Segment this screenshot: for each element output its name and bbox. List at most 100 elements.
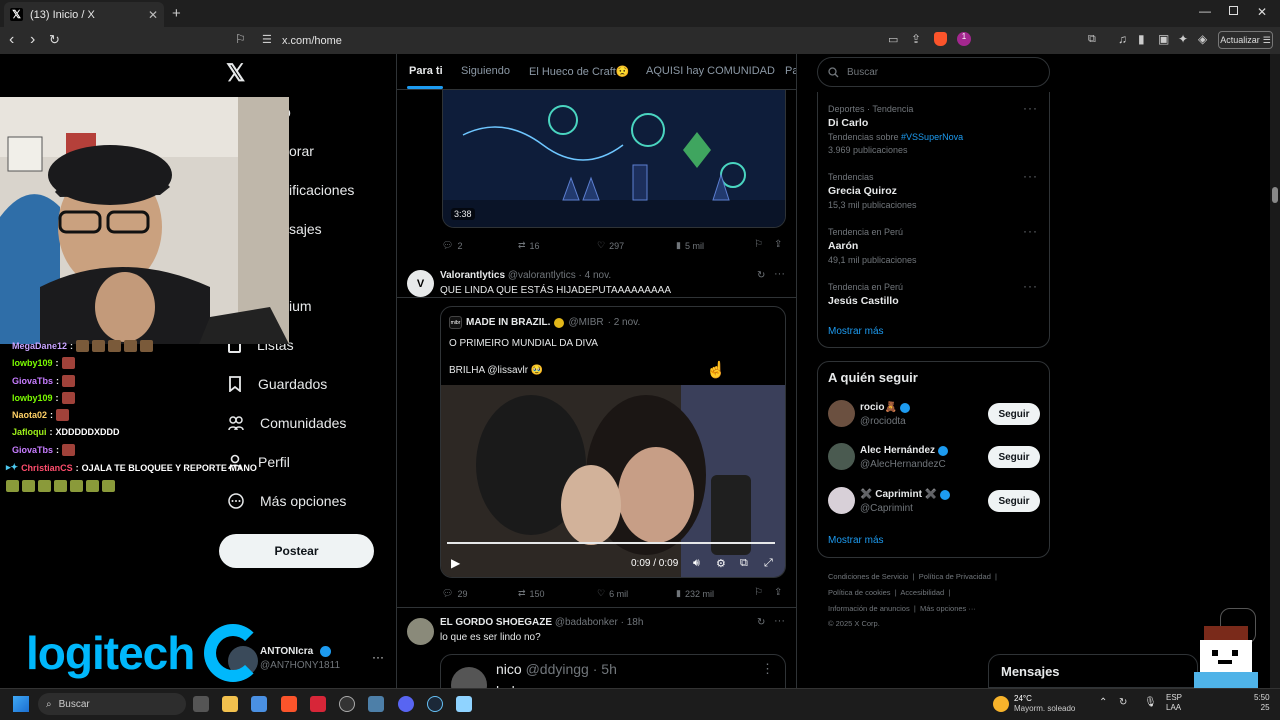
trend-item[interactable]: Deportes · Tendencia Di Carlo Tendencias…	[828, 101, 1038, 155]
site-settings-icon[interactable]: ☰	[262, 33, 272, 46]
voicemod-icon[interactable]	[310, 696, 326, 712]
footer-link[interactable]: Condiciones de Servicio	[828, 572, 908, 581]
tweet-menu-icon[interactable]: ···	[774, 615, 785, 627]
footer-link[interactable]: Más opciones ···	[920, 604, 976, 613]
follow-button[interactable]: Seguir	[988, 403, 1040, 425]
nav-premium-partial[interactable]: ium	[289, 298, 312, 314]
brave-shield-icon[interactable]	[934, 32, 947, 46]
x-home-logo-icon[interactable]: 𝕏	[226, 59, 245, 88]
follow-suggestion[interactable]: rocio🧸 @rociodta Seguir	[828, 398, 1040, 434]
reading-icon[interactable]: ▮	[1138, 32, 1145, 46]
brave-browser-icon[interactable]	[281, 696, 297, 712]
nav-item-more[interactable]: Más opciones	[228, 493, 346, 509]
share-action-icon[interactable]: ⇪	[774, 587, 782, 598]
views-action[interactable]: ▮ 232 mil	[676, 588, 714, 599]
tweet-valorantlytics[interactable]: V Valorantlytics @valorantlytics · 4 nov…	[397, 262, 796, 608]
author-handle[interactable]: @badabonker	[555, 617, 618, 628]
weather-widget[interactable]: 24°C Mayorm. soleado	[993, 692, 1075, 716]
reload-icon[interactable]: ↻	[49, 32, 60, 48]
nav-item-bookmarks[interactable]: Guardados	[228, 376, 327, 392]
search-input[interactable]: Buscar	[817, 57, 1050, 87]
author-handle[interactable]: @valorantlytics	[508, 270, 576, 281]
nav-messages-partial[interactable]: sajes	[289, 221, 322, 237]
tab-siguiendo[interactable]: Siguiendo	[461, 65, 510, 77]
tray-sync-icon[interactable]: ↻	[1119, 697, 1127, 708]
back-icon[interactable]: ‹	[9, 31, 14, 49]
bookmark-action-icon[interactable]: ⚐	[754, 587, 763, 598]
play-icon[interactable]: ▶	[451, 556, 460, 570]
tweet-gordo-shoegaze[interactable]: EL GORDO SHOEGAZE @badabonker · 18h ↻ ··…	[397, 608, 796, 688]
tray-mic-icon[interactable]: 🎙︎	[1144, 697, 1157, 708]
video-progress-bar[interactable]	[447, 542, 775, 544]
trend-menu-icon[interactable]: ···	[1023, 279, 1038, 293]
video-player[interactable]: 3:38	[442, 90, 786, 228]
author-name[interactable]: EL GORDO SHOEGAZE	[440, 617, 552, 628]
task-view-icon[interactable]	[193, 696, 209, 712]
sidebar-icon[interactable]: ⧉	[1088, 33, 1096, 46]
new-tab-icon[interactable]: +	[172, 5, 181, 22]
minimize-icon[interactable]: —	[1199, 4, 1211, 18]
bookmark-icon[interactable]: ⚐	[235, 32, 246, 46]
quoted-tweet[interactable]: nico @ddyingg · 5h ⋮ hola	[440, 654, 786, 688]
footer-link[interactable]: Información de anuncios	[828, 604, 910, 613]
tray-chevron-icon[interactable]: ⌃	[1099, 697, 1107, 708]
footer-link[interactable]: Política de Privacidad	[919, 572, 991, 581]
pip-icon[interactable]: ⧉	[740, 557, 748, 570]
grok-icon[interactable]: ↻	[757, 270, 765, 281]
clock[interactable]: 5:50 25	[1254, 693, 1270, 713]
trend-item[interactable]: Tendencias Grecia Quiroz 15,3 mil public…	[828, 169, 1038, 210]
wallet-icon[interactable]: ▣	[1158, 32, 1169, 46]
follow-suggestion[interactable]: Alec Hernández @AlecHernandezC Seguir	[828, 441, 1040, 477]
store-icon[interactable]	[251, 696, 267, 712]
nav-notifications-partial[interactable]: ificaciones	[289, 182, 354, 198]
views-action[interactable]: ▮ 5 mil	[676, 240, 704, 251]
close-tab-icon[interactable]: ✕	[148, 8, 158, 22]
bookmark-action-icon[interactable]: ⚐	[754, 239, 763, 250]
trend-item[interactable]: Tendencia en Perú Jesús Castillo ···	[828, 279, 1038, 307]
music-icon[interactable]: ♫	[1118, 32, 1127, 46]
rewards-icon[interactable]: 1	[957, 32, 971, 46]
browser-tab[interactable]: 𝕏 (13) Inicio / X ✕	[4, 2, 164, 27]
close-window-icon[interactable]: ✕	[1257, 5, 1267, 19]
reply-action[interactable]: 💬︎ 2	[442, 240, 462, 251]
trend-item[interactable]: Tendencia en Perú Aarón 49,1 mil publica…	[828, 224, 1038, 265]
tab-overflow[interactable]: Pa	[785, 65, 796, 77]
discord-icon[interactable]	[398, 696, 414, 712]
notepad-icon[interactable]	[456, 696, 472, 712]
taskbar-search[interactable]: ⌕ Buscar	[38, 693, 186, 715]
repost-action[interactable]: ⇄ 16	[518, 240, 540, 251]
trend-hashtag-link[interactable]: #VSSuperNova	[901, 132, 963, 142]
post-button[interactable]: Postear	[219, 534, 374, 568]
like-action[interactable]: ♡ 297	[597, 240, 624, 251]
footer-link[interactable]: Política de cookies	[828, 588, 891, 597]
cast-icon[interactable]: ▭	[888, 33, 898, 46]
grok-icon[interactable]: ↻	[757, 617, 765, 628]
trend-menu-icon[interactable]: ···	[1023, 224, 1038, 238]
start-icon[interactable]	[13, 696, 29, 712]
follow-button[interactable]: Seguir	[988, 446, 1040, 468]
steam-icon[interactable]	[427, 696, 443, 712]
tab-hueco-de-craft[interactable]: El Hueco de Craft😟	[529, 65, 630, 78]
tab-para-ti[interactable]: Para ti	[409, 65, 443, 77]
trend-menu-icon[interactable]: ···	[1023, 101, 1038, 115]
forward-icon[interactable]: ›	[30, 31, 35, 49]
share-icon[interactable]: ⇪	[911, 32, 921, 46]
tab-aquisi-comunidad[interactable]: AQUISI hay COMUNIDAD	[646, 65, 775, 77]
trend-menu-icon[interactable]: ···	[1023, 169, 1038, 183]
like-action[interactable]: ♡ 6 mil	[597, 588, 628, 599]
account-menu-icon[interactable]: ···	[372, 650, 384, 664]
language-indicator[interactable]: ESP LAA	[1166, 693, 1182, 713]
update-button[interactable]: Actualizar ☰	[1218, 31, 1273, 49]
reply-action[interactable]: 💬︎ 29	[442, 588, 467, 599]
file-explorer-icon[interactable]	[222, 696, 238, 712]
repost-action[interactable]: ⇄ 150	[518, 588, 545, 599]
tweet-menu-icon[interactable]: ···	[774, 268, 785, 280]
share-action-icon[interactable]: ⇪	[774, 239, 782, 250]
follow-button[interactable]: Seguir	[988, 490, 1040, 512]
volume-icon[interactable]: 🔊︎	[693, 557, 700, 570]
video-settings-icon[interactable]: ⚙	[716, 557, 726, 570]
page-scrollbar[interactable]	[1270, 54, 1280, 688]
trends-show-more-link[interactable]: Mostrar más	[828, 326, 884, 337]
fullscreen-icon[interactable]: ⤢	[764, 557, 773, 570]
maximize-icon[interactable]	[1229, 6, 1238, 15]
